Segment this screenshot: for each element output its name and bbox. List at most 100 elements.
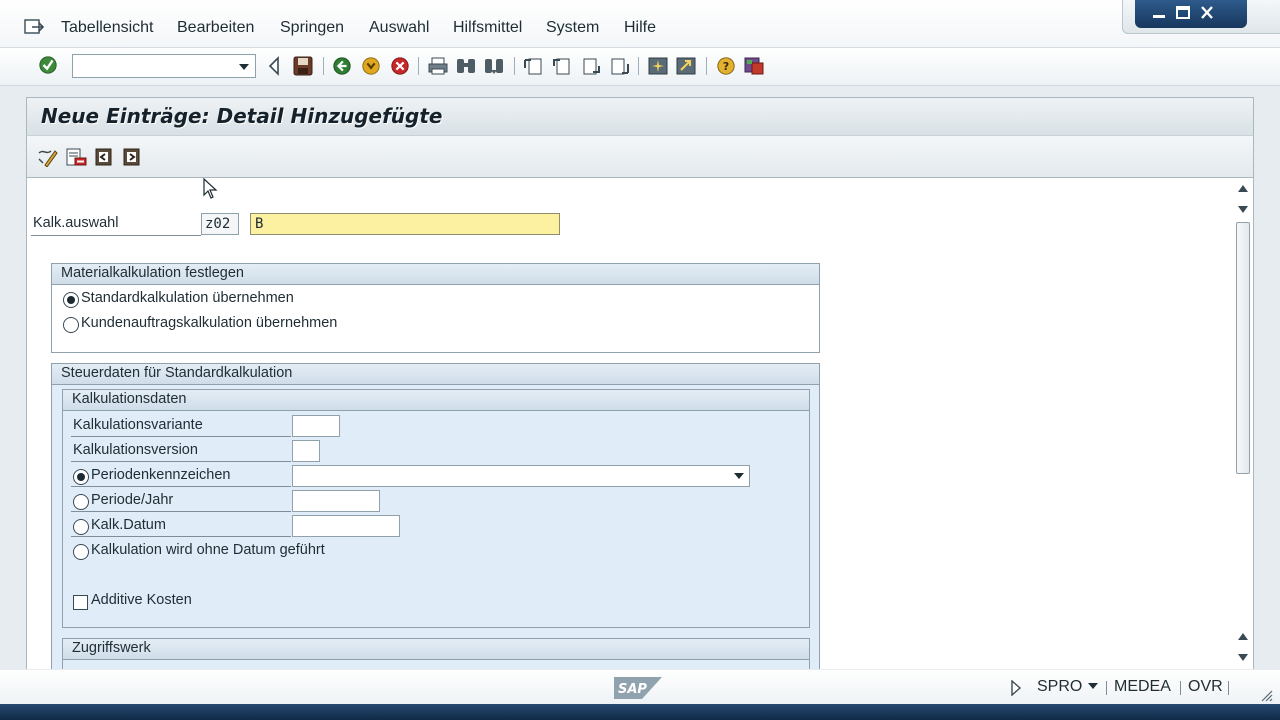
window-bottom-frame (0, 704, 1280, 720)
group-header: Kalkulationsdaten (63, 390, 809, 411)
previous-page-icon[interactable] (551, 56, 573, 76)
chevron-down-icon[interactable] (239, 64, 249, 70)
next-entry-icon[interactable] (121, 147, 143, 167)
sap-logo-text: SAP (618, 682, 647, 697)
kalkulationsversion-input[interactable] (292, 440, 320, 462)
toolbar-separator (706, 57, 707, 75)
delete-entry-icon[interactable] (65, 147, 87, 167)
label-underline (31, 235, 201, 236)
close-icon[interactable] (1197, 4, 1217, 22)
save-icon[interactable] (292, 56, 314, 76)
application-toolbar (26, 135, 1254, 178)
sap-logo: SAP (614, 677, 662, 699)
find-icon[interactable] (455, 56, 477, 76)
help-icon[interactable]: ? (715, 56, 737, 76)
cancel-red-icon[interactable] (389, 56, 411, 76)
kalkulationsvariante-input[interactable] (292, 415, 340, 437)
kundenauftragskalkulation-label: Kundenauftragskalkulation übernehmen (81, 315, 338, 331)
last-page-icon[interactable] (608, 56, 630, 76)
label-underline (71, 511, 291, 512)
menu-system[interactable]: System (546, 19, 599, 37)
enter-checkmark-icon[interactable] (37, 55, 59, 75)
title-bar: Neue Einträge: Detail Hinzugefügte (26, 97, 1254, 135)
periodenkennzeichen-label: Periodenkennzeichen (91, 467, 231, 483)
label-underline (71, 536, 291, 537)
content-area: Kalk.auswahl z02 B Materialkalkulation f… (26, 178, 1254, 669)
group-steuerdaten: Steuerdaten für Standardkalkulation Kalk… (51, 363, 820, 669)
minimize-icon[interactable] (1149, 4, 1169, 22)
standard-toolbar: ? (0, 48, 1280, 86)
back-triangle-icon[interactable] (264, 56, 286, 76)
group-title-materialkalkulation: Materialkalkulation festlegen (61, 265, 244, 281)
chevron-down-icon[interactable] (734, 473, 744, 479)
scrollbar-thumb[interactable] (1236, 222, 1250, 474)
menu-bar: Tabellensicht Bearbeiten Springen Auswah… (0, 0, 1280, 48)
vertical-scrollbar[interactable] (1233, 180, 1253, 669)
shortcut-icon[interactable] (675, 56, 697, 76)
standardkalkulation-label: Standardkalkulation übernehmen (81, 290, 294, 306)
kalk-auswahl-label: Kalk.auswahl (33, 215, 119, 231)
page-title: Neue Einträge: Detail Hinzugefügte (41, 104, 443, 128)
toolbar-separator (514, 57, 515, 75)
chevron-down-icon[interactable] (1088, 683, 1098, 689)
mouse-pointer-icon (203, 178, 218, 199)
first-page-icon[interactable] (523, 56, 545, 76)
scroll-up-icon[interactable] (1238, 185, 1248, 192)
kalk-datum-label: Kalk.Datum (91, 517, 166, 533)
next-page-icon[interactable] (580, 56, 602, 76)
find-next-icon[interactable] (483, 56, 505, 76)
print-icon[interactable] (427, 56, 449, 76)
kalk-datum-input[interactable] (292, 515, 400, 537)
svg-text:?: ? (723, 60, 729, 73)
status-bar: SAP SPRO MEDEA OVR (0, 670, 1280, 706)
additive-kosten-checkbox[interactable] (73, 595, 88, 610)
customize-layout-icon[interactable] (743, 56, 765, 76)
display-change-icon[interactable] (37, 147, 59, 167)
radio-kundenauftragskalkulation[interactable] (63, 317, 79, 333)
previous-entry-icon[interactable] (93, 147, 115, 167)
radio-periode-jahr[interactable] (73, 494, 89, 510)
scroll-down-icon[interactable] (1238, 206, 1248, 213)
status-separator (1106, 681, 1107, 695)
status-separator (1228, 681, 1229, 695)
group-kalkulationsdaten: Kalkulationsdaten Kalkulationsvariante K… (62, 389, 810, 628)
exit-yellow-icon[interactable] (360, 56, 382, 76)
radio-periodenkennzeichen[interactable] (73, 469, 89, 485)
ohne-datum-label: Kalkulation wird ohne Datum geführt (91, 542, 325, 558)
kalk-auswahl-input[interactable]: B (250, 213, 560, 235)
command-field[interactable] (72, 54, 256, 78)
status-transaction[interactable]: SPRO (1037, 678, 1082, 696)
radio-kalk-datum[interactable] (73, 519, 89, 535)
group-title-zugriffswerk: Zugriffswerk (72, 640, 151, 656)
periode-jahr-input[interactable] (292, 490, 380, 512)
group-header: Zugriffswerk (63, 639, 809, 660)
group-title-kalkulationsdaten: Kalkulationsdaten (72, 391, 187, 407)
menu-bearbeiten[interactable]: Bearbeiten (177, 19, 254, 37)
menu-springen[interactable]: Springen (280, 19, 344, 37)
new-session-icon[interactable] (647, 56, 669, 76)
scroll-down-icon[interactable] (1238, 654, 1248, 661)
toolbar-separator (323, 57, 324, 75)
additive-kosten-label: Additive Kosten (91, 592, 192, 608)
status-mode[interactable]: OVR (1188, 678, 1223, 696)
group-title-steuerdaten: Steuerdaten für Standardkalkulation (61, 365, 293, 381)
group-zugriffswerk: Zugriffswerk (62, 638, 810, 669)
scroll-up-icon[interactable] (1238, 633, 1248, 640)
status-system: MEDEA (1114, 678, 1171, 695)
kalkulationsvariante-label: Kalkulationsvariante (73, 417, 203, 433)
menu-tabellensicht[interactable]: Tabellensicht (61, 19, 154, 37)
command-input[interactable] (75, 57, 233, 75)
window-controls-frame (1135, 0, 1247, 28)
menu-hilfe[interactable]: Hilfe (624, 19, 656, 37)
radio-standardkalkulation[interactable] (63, 292, 79, 308)
kalkulationsversion-label: Kalkulationsversion (73, 442, 198, 458)
menu-window-icon[interactable] (24, 18, 46, 36)
menu-auswahl[interactable]: Auswahl (369, 19, 429, 37)
status-expand-icon[interactable] (1010, 680, 1022, 696)
radio-ohne-datum[interactable] (73, 544, 89, 560)
back-green-icon[interactable] (331, 56, 353, 76)
resize-grip-icon[interactable] (1258, 688, 1274, 702)
menu-hilfsmittel[interactable]: Hilfsmittel (453, 19, 522, 37)
maximize-icon[interactable] (1173, 4, 1193, 22)
periodenkennzeichen-dropdown[interactable] (292, 465, 750, 487)
